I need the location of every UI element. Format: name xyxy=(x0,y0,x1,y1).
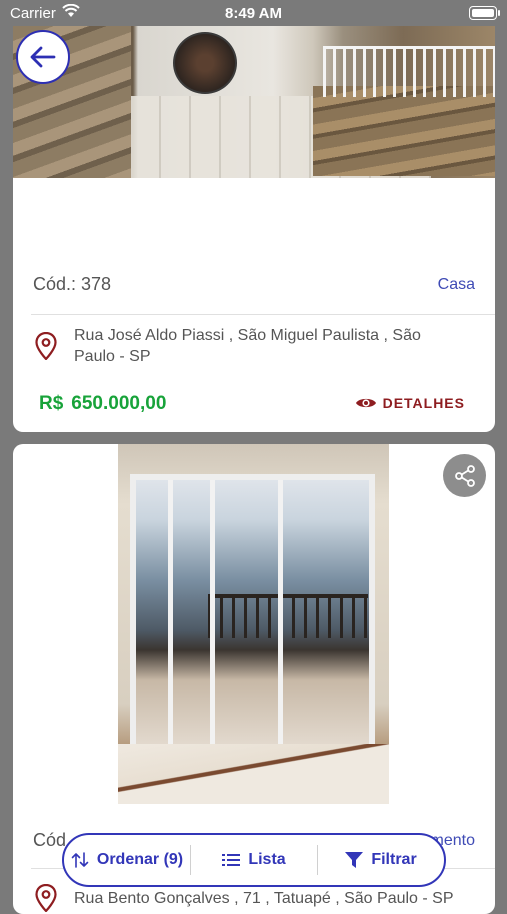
bottom-action-bar: Ordenar (9) Lista Filtrar xyxy=(62,833,446,887)
listing-type[interactable]: Casa xyxy=(438,276,475,294)
share-icon xyxy=(454,464,475,487)
back-button[interactable] xyxy=(16,30,70,84)
back-arrow-icon xyxy=(30,46,56,68)
listing-photo[interactable] xyxy=(118,444,389,804)
details-button[interactable]: DETALHES xyxy=(355,395,465,411)
battery-icon xyxy=(469,6,500,20)
listing-card[interactable]: Cód.: 378 Casa Rua José Aldo Piassi , Sã… xyxy=(13,0,495,432)
sort-label: Ordenar (9) xyxy=(96,851,184,868)
price-value: 650.000,00 xyxy=(71,393,167,414)
location-pin-icon xyxy=(35,331,57,365)
photo-mullion xyxy=(278,480,283,758)
photo-stone-wall xyxy=(313,86,495,176)
sort-icon xyxy=(71,852,89,868)
filter-label: Filtrar xyxy=(371,851,417,868)
sort-button[interactable]: Ordenar (9) xyxy=(64,851,190,869)
status-bar: Carrier 8:49 AM xyxy=(0,0,507,26)
listing-address: Rua José Aldo Piassi , São Miguel Paulis… xyxy=(74,327,421,365)
filter-icon xyxy=(345,852,364,868)
list-view-button[interactable]: Lista xyxy=(191,851,317,869)
photo-railing xyxy=(323,46,495,97)
listing-code: Cód xyxy=(33,830,67,850)
list-icon xyxy=(222,854,241,866)
location-pin-icon xyxy=(35,883,57,914)
photo-mullion xyxy=(168,480,173,758)
eye-icon xyxy=(355,398,376,408)
listing-photo[interactable] xyxy=(13,26,495,178)
filter-button[interactable]: Filtrar xyxy=(318,851,444,869)
price-currency: R$ xyxy=(39,393,64,414)
details-label: DETALHES xyxy=(382,395,465,411)
share-button[interactable] xyxy=(443,454,486,497)
list-label: Lista xyxy=(248,851,286,868)
listing-code: Cód.: 378 xyxy=(33,274,112,294)
photo-hanging-chair xyxy=(173,32,237,94)
clock: 8:49 AM xyxy=(225,5,282,22)
listing-price: R$ 650.000,00 xyxy=(39,393,166,415)
divider xyxy=(31,314,495,315)
photo-door-frame xyxy=(130,474,375,764)
photo-floor xyxy=(118,744,389,804)
listing-address: Rua Bento Gonçalves , 71 , Tatuapé , São… xyxy=(74,890,454,907)
photo-mullion xyxy=(210,480,215,758)
